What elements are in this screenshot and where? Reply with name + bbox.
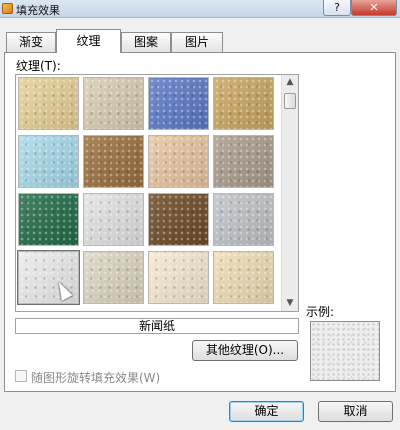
title-bar: 填充效果 ? ✕ (0, 0, 400, 18)
texture-swatch[interactable] (83, 251, 144, 304)
scroll-down-arrow-icon[interactable]: ▼ (282, 296, 298, 311)
cancel-button[interactable]: 取消 (318, 401, 393, 422)
rotate-with-shape-checkbox[interactable] (15, 370, 27, 382)
texture-swatch[interactable] (213, 251, 274, 304)
texture-swatch[interactable] (148, 193, 209, 246)
window-title: 填充效果 (16, 4, 60, 17)
ok-button[interactable]: 确定 (229, 401, 304, 422)
texture-swatch[interactable] (213, 193, 274, 246)
other-textures-button[interactable]: 其他纹理(O)... (192, 340, 298, 361)
texture-swatch[interactable] (213, 77, 274, 130)
texture-swatch[interactable] (18, 193, 79, 246)
texture-swatch[interactable] (148, 251, 209, 304)
tab-texture[interactable]: 纹理 (56, 29, 121, 53)
texture-swatch[interactable] (213, 135, 274, 188)
texture-swatch[interactable] (18, 77, 79, 130)
rotate-with-shape-label: 随图形旋转填充效果(W) (31, 371, 161, 385)
texture-grid (15, 74, 299, 312)
app-icon (2, 3, 13, 14)
texture-preview (310, 321, 380, 381)
texture-swatch[interactable] (148, 135, 209, 188)
tab-gradient[interactable]: 渐变 (6, 32, 56, 52)
texture-label: 纹理(T): (16, 59, 61, 73)
help-button[interactable]: ? (323, 0, 351, 16)
texture-name-display: 新闻纸 (15, 318, 299, 334)
texture-swatch[interactable] (83, 193, 144, 246)
texture-swatch[interactable] (148, 77, 209, 130)
tab-pattern[interactable]: 图案 (121, 32, 171, 52)
close-button[interactable]: ✕ (351, 0, 397, 16)
texture-swatch[interactable] (18, 135, 79, 188)
scroll-thumb[interactable] (284, 93, 296, 109)
tab-picture[interactable]: 图片 (171, 32, 223, 52)
texture-swatch[interactable] (83, 77, 144, 130)
scroll-up-arrow-icon[interactable]: ▲ (282, 75, 298, 90)
texture-swatch[interactable] (83, 135, 144, 188)
preview-label: 示例: (306, 305, 335, 319)
texture-scrollbar[interactable]: ▲ ▼ (281, 75, 298, 311)
